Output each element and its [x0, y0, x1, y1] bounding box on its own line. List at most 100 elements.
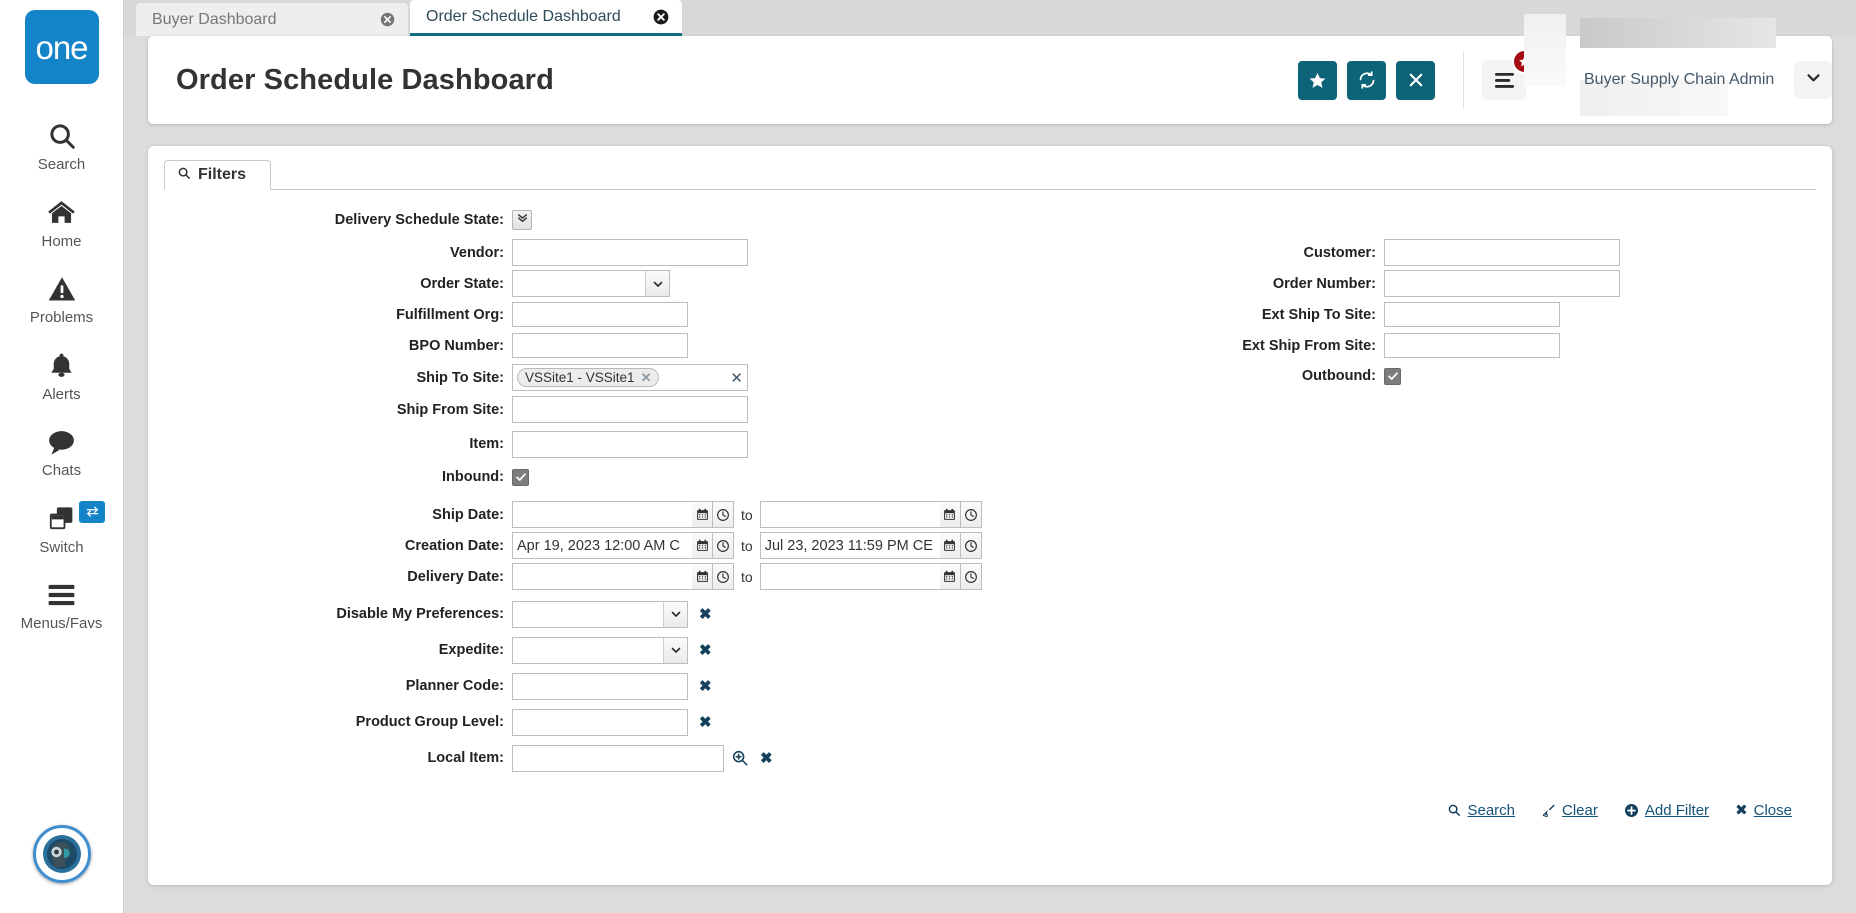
avatar-container[interactable] — [32, 825, 91, 883]
chevron-down-icon[interactable] — [663, 637, 687, 663]
brand-logo[interactable]: one — [24, 10, 99, 84]
ext-ship-to-site-input[interactable] — [1384, 302, 1560, 327]
close-action[interactable]: ✖ Close — [1735, 801, 1792, 820]
delivery-date-to-input[interactable] — [759, 563, 940, 590]
application-window: one Search Home Problems Alerts Chats Sw… — [0, 0, 1856, 913]
expedite-select[interactable] — [512, 636, 688, 664]
user-dropdown-button[interactable] — [1794, 61, 1832, 99]
menu-button[interactable] — [1482, 49, 1537, 100]
filter-row-order-number: Order Number: — [1148, 268, 1620, 299]
disable-my-preferences-remove-icon[interactable]: ✖ — [699, 605, 712, 623]
local-item-remove-icon[interactable]: ✖ — [760, 749, 773, 767]
tab-buyer-dashboard[interactable]: Buyer Dashboard — [136, 3, 408, 36]
clock-icon[interactable] — [713, 532, 734, 559]
clock-icon[interactable] — [713, 501, 734, 528]
item-input[interactable] — [512, 430, 748, 458]
planner-code-remove-icon[interactable]: ✖ — [699, 677, 712, 695]
filter-row-delivery-schedule-state: Delivery Schedule State: — [148, 204, 532, 235]
expedite-remove-icon[interactable]: ✖ — [699, 641, 712, 659]
refresh-button[interactable] — [1347, 60, 1386, 100]
magnifier-plus-icon[interactable] — [731, 749, 749, 767]
sidebar-item-search[interactable]: Search — [0, 108, 123, 185]
brand-logo-text: one — [35, 28, 88, 66]
search-action[interactable]: Search — [1447, 802, 1515, 819]
calendar-icon[interactable] — [692, 563, 713, 590]
hamburger-icon — [46, 578, 77, 612]
add-filter-action[interactable]: Add Filter — [1624, 802, 1709, 819]
customer-input[interactable] — [1384, 239, 1620, 266]
bpo-number-input[interactable] — [512, 333, 688, 358]
sidebar-item-chats[interactable]: Chats — [0, 414, 123, 491]
clock-icon[interactable] — [960, 563, 982, 590]
filter-row-disable-my-preferences: Disable My Preferences: ✖ — [148, 596, 773, 632]
filter-label: Planner Code: — [405, 678, 504, 694]
outbound-checkbox[interactable] — [1384, 367, 1401, 385]
planner-code-input[interactable] — [512, 672, 688, 700]
chevron-down-icon[interactable] — [645, 271, 669, 296]
ship-to-site-chip[interactable]: VSSite1 - VSSite1 ✕ — [517, 368, 660, 387]
order-state-select[interactable] — [512, 270, 670, 297]
inbound-checkbox[interactable] — [512, 468, 529, 486]
clock-icon[interactable] — [960, 501, 982, 528]
ship-date-from-pickers — [692, 501, 734, 528]
home-icon — [46, 196, 77, 230]
chip-remove-icon[interactable]: ✕ — [641, 370, 652, 386]
close-icon[interactable] — [652, 8, 670, 26]
search-icon — [1447, 803, 1461, 817]
clock-icon[interactable] — [960, 532, 982, 559]
product-group-level-input[interactable] — [512, 708, 688, 736]
close-icon[interactable] — [378, 11, 396, 29]
double-chevron-down-icon — [516, 211, 529, 229]
close-button[interactable] — [1396, 60, 1435, 100]
calendar-icon[interactable] — [692, 532, 713, 559]
sidebar-item-label: Switch — [39, 538, 84, 556]
calendar-icon[interactable] — [939, 563, 961, 590]
chat-icon — [46, 425, 77, 459]
user-menu[interactable]: Buyer Supply Chain Admin — [1524, 14, 1832, 116]
switch-toggle-badge[interactable] — [79, 500, 105, 523]
creation-date-from-pickers — [692, 532, 734, 559]
clear-action[interactable]: Clear — [1541, 802, 1598, 819]
ship-date-from-input[interactable] — [512, 501, 692, 528]
bell-icon — [47, 349, 76, 383]
product-group-level-remove-icon[interactable]: ✖ — [699, 713, 712, 731]
delivery-schedule-state-expand-button[interactable] — [512, 209, 532, 230]
sidebar-item-problems[interactable]: Problems — [0, 261, 123, 338]
tab-order-schedule-dashboard[interactable]: Order Schedule Dashboard — [410, 0, 682, 36]
delivery-date-to-pickers — [939, 563, 982, 590]
calendar-icon[interactable] — [692, 501, 713, 528]
ship-to-site-field[interactable]: VSSite1 - VSSite1 ✕ ✕ — [512, 364, 748, 391]
ship-to-site-clear-icon[interactable]: ✕ — [730, 369, 743, 387]
creation-date-from-input[interactable] — [512, 532, 692, 559]
order-number-input[interactable] — [1384, 270, 1620, 297]
calendar-icon[interactable] — [939, 532, 961, 559]
sidebar-item-alerts[interactable]: Alerts — [0, 338, 123, 415]
plus-circle-icon — [1624, 803, 1639, 818]
vendor-input[interactable] — [512, 239, 748, 266]
clock-icon[interactable] — [713, 563, 734, 590]
ship-date-to-input[interactable] — [759, 501, 940, 528]
sidebar-item-home[interactable]: Home — [0, 185, 123, 262]
delivery-date-from-input[interactable] — [512, 563, 692, 590]
sidebar-item-menus-favs[interactable]: Menus/Favs — [0, 567, 123, 644]
ext-ship-from-site-input[interactable] — [1384, 333, 1560, 358]
avatar[interactable] — [32, 825, 91, 883]
tab-filters[interactable]: Filters — [164, 160, 272, 190]
page-title: Order Schedule Dashboard — [176, 63, 554, 96]
disable-my-preferences-select[interactable] — [512, 600, 688, 628]
creation-date-to-input[interactable] — [759, 532, 940, 559]
calendar-icon[interactable] — [939, 501, 961, 528]
local-item-input[interactable] — [512, 744, 724, 772]
sidebar-item-switch[interactable]: Switch — [0, 491, 123, 568]
chip-label: VSSite1 - VSSite1 — [525, 370, 635, 385]
chevron-down-icon[interactable] — [663, 601, 687, 627]
filter-row-order-state: Order State: — [148, 268, 748, 299]
left-sidebar: one Search Home Problems Alerts Chats Sw… — [0, 0, 124, 913]
filter-row-ship-to-site: Ship To Site: VSSite1 - VSSite1 ✕ ✕ — [148, 361, 748, 394]
favorite-button[interactable] — [1298, 60, 1337, 100]
filter-row-planner-code: Planner Code: ✖ — [148, 668, 773, 704]
filter-label: Order Number: — [1272, 275, 1376, 292]
fulfillment-org-input[interactable] — [512, 302, 688, 327]
creation-date-to-pickers — [939, 532, 982, 559]
ship-from-site-input[interactable] — [512, 396, 748, 423]
